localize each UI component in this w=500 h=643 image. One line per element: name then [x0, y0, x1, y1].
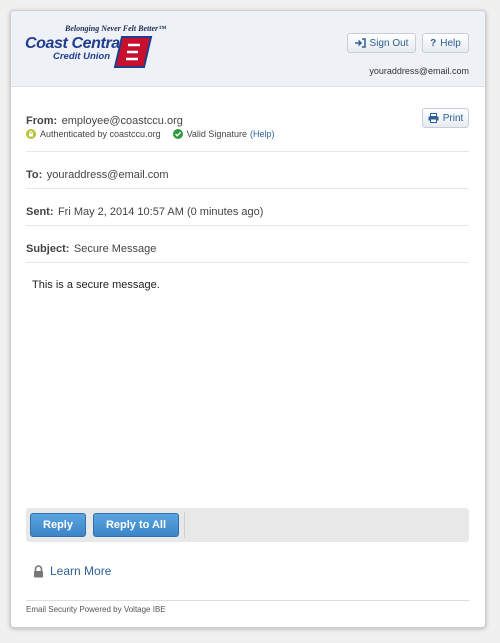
sent-value: Fri May 2, 2014 10:57 AM (0 minutes ago)	[57, 206, 264, 218]
subject-row: Subject: Secure Message	[26, 226, 469, 263]
authenticated-lock-icon	[26, 129, 36, 139]
print-button[interactable]: Print	[422, 108, 469, 128]
footer-divider	[26, 600, 469, 601]
valid-signature-text: Valid Signature	[186, 129, 247, 139]
print-label: Print	[442, 112, 464, 124]
to-label: To:	[26, 169, 43, 181]
authenticated-text: Authenticated by coastccu.org	[40, 129, 161, 139]
from-value: employee@coastccu.org	[61, 115, 183, 127]
signature-help-link[interactable]: (Help)	[250, 129, 275, 139]
reply-button[interactable]: Reply	[30, 513, 86, 537]
user-email: youraddress@email.com	[369, 66, 469, 76]
lock-icon	[34, 564, 43, 577]
reply-toolbar: Reply Reply to All	[26, 508, 469, 542]
to-value: youraddress@email.com	[46, 169, 169, 181]
help-button[interactable]: ? Help	[422, 33, 469, 53]
secure-message-card: Belonging Never Felt Better™ Coast Centr…	[10, 10, 486, 628]
printer-icon	[428, 113, 439, 123]
brand-logo[interactable]: Belonging Never Felt Better™ Coast Centr…	[25, 24, 166, 74]
logo-tagline: Belonging Never Felt Better™	[65, 24, 167, 33]
logo-name-line2: Credit Union	[53, 51, 110, 62]
help-label: Help	[440, 37, 461, 49]
sent-label: Sent:	[26, 206, 54, 218]
subject-label: Subject:	[26, 243, 70, 255]
from-label: From:	[26, 115, 58, 127]
sign-out-button[interactable]: Sign Out	[347, 33, 416, 53]
learn-more-link[interactable]: Learn More	[50, 564, 111, 578]
to-row: To: youraddress@email.com	[26, 152, 469, 189]
valid-check-icon	[172, 129, 183, 139]
sign-out-icon	[354, 38, 366, 48]
message-body: This is a secure message.	[32, 279, 160, 291]
reply-all-button[interactable]: Reply to All	[93, 513, 179, 537]
from-row: From: employee@coastccu.org Authenticate…	[26, 106, 469, 152]
learn-more[interactable]: Learn More	[33, 564, 111, 578]
sign-out-label: Sign Out	[369, 37, 409, 49]
footer-text: Email Security Powered by Voltage IBE	[26, 605, 166, 614]
toolbar-divider	[184, 512, 185, 538]
subject-value: Secure Message	[73, 243, 157, 255]
logo-emblem-icon	[113, 36, 153, 68]
sent-row: Sent: Fri May 2, 2014 10:57 AM (0 minute…	[26, 189, 469, 226]
question-mark-icon: ?	[430, 37, 437, 49]
header: Belonging Never Felt Better™ Coast Centr…	[11, 11, 485, 87]
